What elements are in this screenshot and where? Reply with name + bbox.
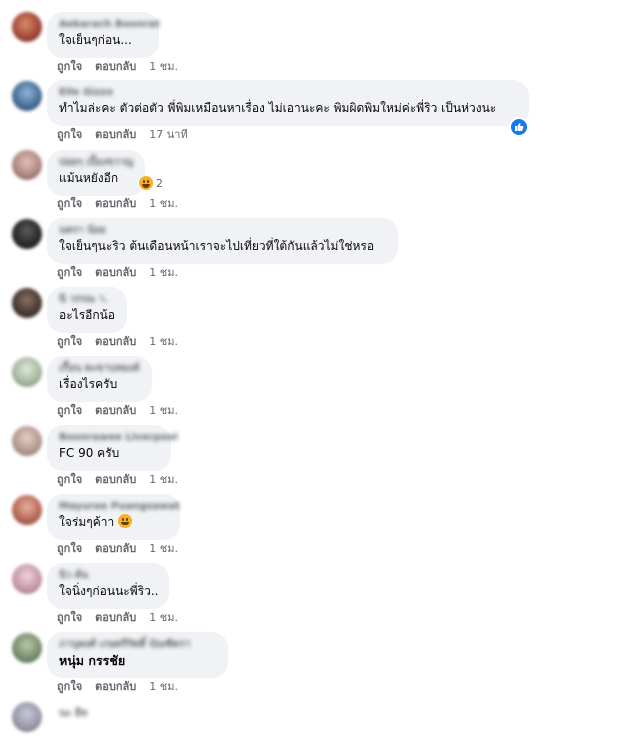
- comment-timestamp[interactable]: 1 ชม.: [149, 404, 178, 417]
- comment-bubble: Elle Gizzo ทำไมล่ะคะ ตัวต่อตัว พี่พิมเหม…: [47, 80, 529, 126]
- comment-author[interactable]: นครา น้อย: [59, 224, 386, 238]
- comment-timestamp[interactable]: 1 ชม.: [149, 266, 178, 279]
- like-button[interactable]: ถูกใจ: [57, 266, 82, 279]
- comment-author[interactable]: นะ อีท: [59, 707, 95, 721]
- avatar[interactable]: [12, 495, 42, 525]
- avatar[interactable]: [12, 702, 42, 732]
- avatar[interactable]: [12, 357, 42, 387]
- avatar[interactable]: [12, 633, 42, 663]
- reply-button[interactable]: ตอบกลับ: [95, 128, 136, 141]
- comment-bubble: ปอยๆ เบื้องขวาญ แม้นหยังอีก: [47, 150, 145, 196]
- comment-text: ใจนิ่งๆก่อนนะพี่ริว..: [59, 584, 159, 598]
- comment-text: อะไรอีกน้อ: [59, 308, 116, 322]
- reply-button[interactable]: ตอบกลับ: [95, 60, 136, 73]
- like-reaction-badge[interactable]: [509, 117, 529, 137]
- comment-text: FC 90 ครับ: [59, 446, 120, 460]
- comment-bubble: เกื้อน ตะขาบทองค์ เรื่องไรครับ: [47, 356, 152, 402]
- avatar[interactable]: [12, 219, 42, 249]
- comment-bubble: Mayuree Puangsawat ใจร่มๆค้าา: [47, 494, 180, 540]
- reply-button[interactable]: ตอบกลับ: [95, 197, 136, 210]
- comment-actions: ถูกใจ ตอบกลับ 1 ชม.: [57, 265, 191, 281]
- laughing-emoji-icon: [139, 176, 153, 190]
- comment-bubble: ภานุพงศ์ เกษตรีรัตติ์ บัณฑิตรา หนุ่ม กรร…: [47, 632, 228, 678]
- comment-actions: ถูกใจ ตอบกลับ 1 ชม.: [57, 59, 191, 75]
- like-button[interactable]: ถูกใจ: [57, 542, 82, 555]
- haha-reaction-badge[interactable]: 2: [138, 175, 166, 191]
- comment-text: หนุ่ม กรรชัย: [59, 653, 126, 668]
- comment-author[interactable]: Mayuree Puangsawat: [59, 500, 180, 514]
- reply-button[interactable]: ตอบกลับ: [95, 266, 136, 279]
- comment-timestamp[interactable]: 1 ชม.: [149, 60, 178, 73]
- avatar[interactable]: [12, 426, 42, 456]
- reaction-count: 2: [156, 176, 163, 190]
- avatar[interactable]: [12, 81, 42, 111]
- avatar[interactable]: [12, 288, 42, 318]
- comment-actions: ถูกใจ ตอบกลับ 1 ชม.: [57, 334, 191, 350]
- comment-bubble: นิว ต้น ใจนิ่งๆก่อนนะพี่ริว..: [47, 563, 169, 609]
- comment-bubble: นครา น้อย ใจเย็นๆนะริว ต้นเดือนหน้าเราจะ…: [47, 218, 398, 264]
- avatar[interactable]: [12, 564, 42, 594]
- like-button[interactable]: ถูกใจ: [57, 60, 82, 73]
- avatar[interactable]: [12, 12, 42, 42]
- comment-author[interactable]: Elle Gizzo: [59, 86, 517, 100]
- comment-bubble: นี วรรณ า. อะไรอีกน้อ: [47, 287, 127, 333]
- comment-text: เรื่องไรครับ: [59, 377, 118, 391]
- comment-actions: ถูกใจ ตอบกลับ 1 ชม.: [57, 541, 191, 557]
- comment-author[interactable]: Boonrawee Liverpool: [59, 431, 178, 445]
- thumbs-up-icon: [515, 123, 524, 131]
- reply-button[interactable]: ตอบกลับ: [95, 542, 136, 555]
- comment-actions: ถูกใจ ตอบกลับ 1 ชม.: [57, 196, 191, 212]
- comment-author[interactable]: นี วรรณ า.: [59, 293, 115, 307]
- like-button[interactable]: ถูกใจ: [57, 404, 82, 417]
- comment-text: แม้นหยังอีก: [59, 171, 119, 185]
- like-button[interactable]: ถูกใจ: [57, 473, 82, 486]
- comment-actions: ถูกใจ ตอบกลับ 17 นาที: [57, 127, 201, 143]
- like-button[interactable]: ถูกใจ: [57, 611, 82, 624]
- like-button[interactable]: ถูกใจ: [57, 197, 82, 210]
- comment-author[interactable]: นิว ต้น: [59, 569, 157, 583]
- comment-timestamp[interactable]: 1 ชม.: [149, 335, 178, 348]
- comment-author[interactable]: ภานุพงศ์ เกษตรีรัตติ์ บัณฑิตรา: [59, 638, 216, 652]
- comment-timestamp[interactable]: 1 ชม.: [149, 611, 178, 624]
- comment-timestamp[interactable]: 1 ชม.: [149, 473, 178, 486]
- comment-text: ใจเย็นๆก่อน...: [59, 33, 132, 47]
- comment-actions: ถูกใจ ตอบกลับ 1 ชม.: [57, 679, 191, 695]
- smiling-emoji-icon: [118, 514, 133, 528]
- comment-bubble: Boonrawee Liverpool FC 90 ครับ: [47, 425, 178, 471]
- comment-bubble: Aekarach Boonrat ใจเย็นๆก่อน...: [47, 12, 160, 58]
- reply-button[interactable]: ตอบกลับ: [95, 680, 136, 693]
- reply-button[interactable]: ตอบกลับ: [95, 611, 136, 624]
- comment-author[interactable]: ปอยๆ เบื้องขวาญ: [59, 156, 133, 170]
- reply-button[interactable]: ตอบกลับ: [95, 404, 136, 417]
- comment-timestamp[interactable]: 1 ชม.: [149, 542, 178, 555]
- like-button[interactable]: ถูกใจ: [57, 335, 82, 348]
- comment-author[interactable]: เกื้อน ตะขาบทองค์: [59, 362, 140, 376]
- comment-bubble: นะ อีท: [47, 701, 107, 735]
- comment-actions: ถูกใจ ตอบกลับ 1 ชม.: [57, 610, 191, 626]
- comment-timestamp[interactable]: 1 ชม.: [149, 680, 178, 693]
- comment-text: ใจร่มๆค้าา: [59, 514, 168, 531]
- comment-timestamp[interactable]: 1 ชม.: [149, 197, 178, 210]
- reply-button[interactable]: ตอบกลับ: [95, 473, 136, 486]
- comment-author[interactable]: Aekarach Boonrat: [59, 18, 160, 32]
- comment-actions: ถูกใจ ตอบกลับ 1 ชม.: [57, 472, 191, 488]
- reply-button[interactable]: ตอบกลับ: [95, 335, 136, 348]
- comment-actions: ถูกใจ ตอบกลับ 1 ชม.: [57, 403, 191, 419]
- avatar[interactable]: [12, 150, 42, 180]
- comment-text: ทำไมล่ะคะ ตัวต่อตัว พี่พิมเหมือนหาเรื่อง…: [59, 101, 497, 115]
- comment-text: ใจเย็นๆนะริว ต้นเดือนหน้าเราจะไปเที่ยวที…: [59, 239, 375, 253]
- like-button[interactable]: ถูกใจ: [57, 128, 82, 141]
- like-button[interactable]: ถูกใจ: [57, 680, 82, 693]
- comment-timestamp[interactable]: 17 นาที: [149, 128, 187, 141]
